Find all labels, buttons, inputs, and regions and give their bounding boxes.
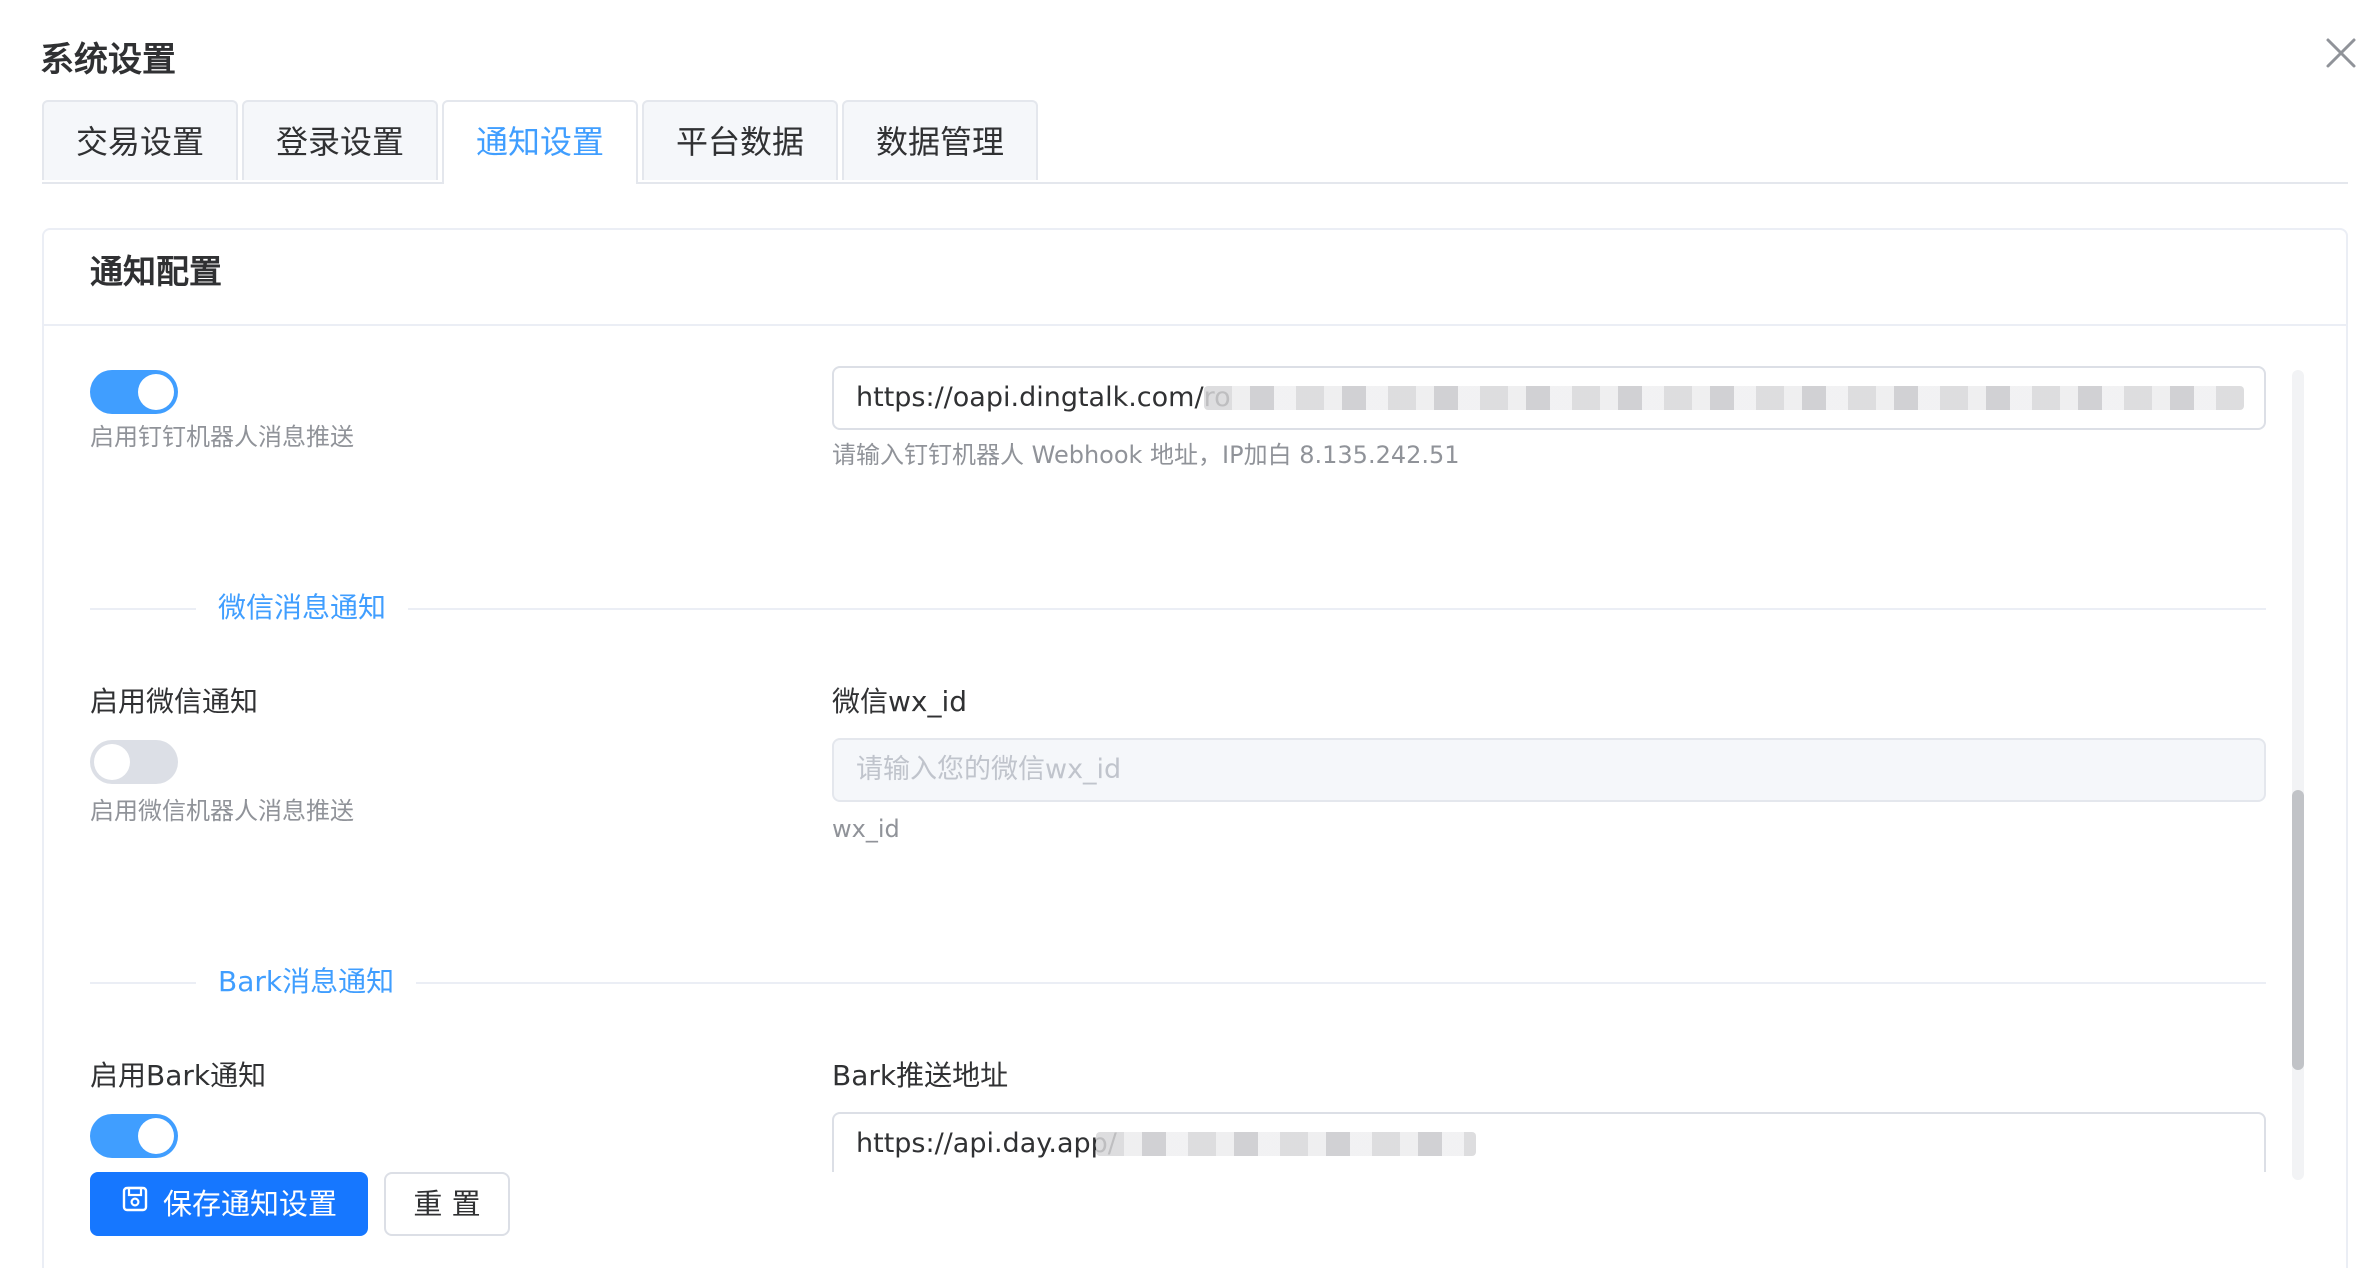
dingtalk-webhook-help: 请输入钉钉机器人 Webhook 地址，IP加白 8.135.242.51 <box>832 441 1460 469</box>
redacted-blur <box>1096 1132 1476 1156</box>
wechat-id-placeholder: 请输入您的微信wx_id <box>856 754 1122 785</box>
bark-enable-switch[interactable] <box>90 1114 178 1158</box>
tab-notification-settings[interactable]: 通知设置 <box>442 100 638 184</box>
close-icon[interactable] <box>2318 30 2364 76</box>
card-divider <box>42 324 2348 326</box>
tab-platform-data[interactable]: 平台数据 <box>642 100 838 180</box>
bark-section-title: Bark消息通知 <box>196 962 417 1002</box>
bark-section-divider <box>90 982 2266 984</box>
wechat-enable-switch[interactable] <box>90 740 178 784</box>
wechat-id-input[interactable]: 请输入您的微信wx_id <box>832 738 2266 802</box>
redacted-blur <box>1204 386 2244 410</box>
bark-url-label: Bark推送地址 <box>832 1059 1009 1092</box>
dingtalk-webhook-input[interactable]: https://oapi.dingtalk.com/ro <box>832 366 2266 430</box>
save-icon <box>121 1173 149 1233</box>
wechat-id-help: wx_id <box>832 815 900 843</box>
dingtalk-enable-switch[interactable] <box>90 370 178 414</box>
tabs-bar: 交易设置 登录设置 通知设置 平台数据 数据管理 <box>42 100 2348 184</box>
save-notification-button[interactable]: 保存通知设置 <box>90 1172 368 1236</box>
save-button-label: 保存通知设置 <box>162 1187 337 1221</box>
tab-data-management[interactable]: 数据管理 <box>842 100 1038 180</box>
wechat-switch-help: 启用微信机器人消息推送 <box>90 797 354 825</box>
switch-knob <box>138 1118 174 1154</box>
dialog-title: 系统设置 <box>40 40 176 80</box>
tab-login-settings[interactable]: 登录设置 <box>242 100 438 180</box>
scrollbar-thumb[interactable] <box>2292 790 2304 1070</box>
wechat-section-divider <box>90 608 2266 610</box>
bark-enable-label: 启用Bark通知 <box>90 1059 267 1092</box>
card-title: 通知配置 <box>90 252 222 291</box>
dingtalk-webhook-value: https://oapi.dingtalk.com/ro <box>856 382 1231 413</box>
switch-knob <box>138 374 174 410</box>
wechat-id-label: 微信wx_id <box>832 685 968 718</box>
switch-knob <box>94 744 130 780</box>
tab-trade-settings[interactable]: 交易设置 <box>42 100 238 180</box>
reset-button[interactable]: 重 置 <box>384 1172 510 1236</box>
dingtalk-switch-help: 启用钉钉机器人消息推送 <box>90 423 354 451</box>
bark-url-input[interactable]: https://api.day.app/ <box>832 1112 2266 1172</box>
bark-url-value: https://api.day.app/ <box>856 1128 1117 1159</box>
wechat-enable-label: 启用微信通知 <box>90 685 259 718</box>
wechat-section-title: 微信消息通知 <box>196 588 409 628</box>
